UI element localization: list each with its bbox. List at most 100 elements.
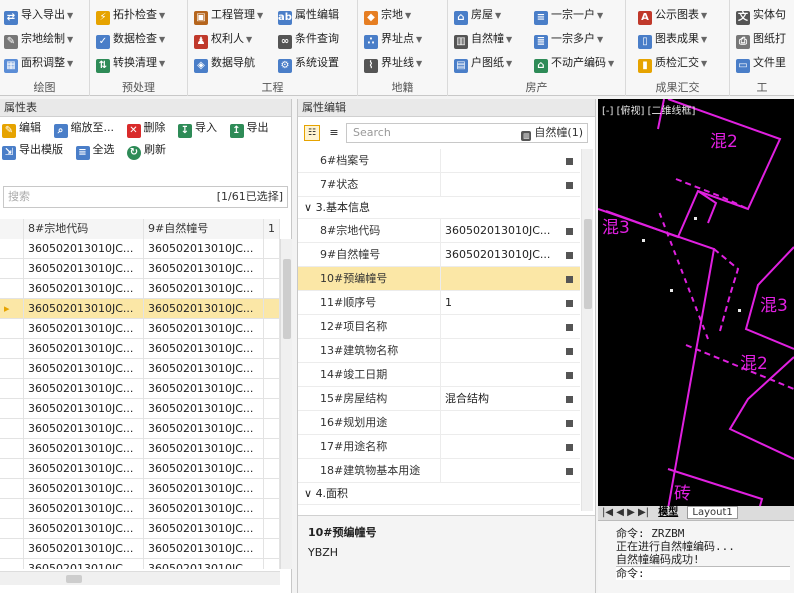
system-settings-button[interactable]: ⚙ 系统设置 [278,52,339,74]
public-chart-button[interactable]: A 公示图表 ▼ [638,4,707,26]
table-cell[interactable]: 360502013010JC... [24,359,144,379]
parcel-button[interactable]: ◆ 宗地 ▼ [364,4,411,26]
table-cell[interactable]: 360502013010JC... [24,439,144,459]
table-cell[interactable]: 360502013010JC... [24,399,144,419]
table-row[interactable]: 360502013010JC... 360502013010JC... [0,499,280,519]
table-row[interactable]: 360502013010JC... 360502013010JC... [0,519,280,539]
row-indicator[interactable] [0,339,24,359]
property-value[interactable]: 360502013010JC... [440,243,568,267]
table-cell[interactable]: 360502013010JC... [144,239,264,259]
tab-layout1[interactable]: Layout1 [687,506,738,519]
table-cell[interactable]: 360502013010JC... [24,279,144,299]
table-cell[interactable] [264,519,280,539]
area-adjust-button[interactable]: ▦ 面积调整 ▼ [4,52,73,74]
property-code-button[interactable]: ⌂ 不动产编码 ▼ [534,52,614,74]
property-value[interactable] [440,339,568,363]
grid-vertical-scrollbar[interactable] [280,239,292,569]
layer-selector[interactable]: ▥ 自然幢(1) [521,124,583,142]
quality-check-button[interactable]: ▮ 质检汇交 ▼ [638,52,707,74]
property-row[interactable]: 15#房屋结构 混合结构 [298,387,580,411]
table-cell[interactable]: 360502013010JC... [144,399,264,419]
select-all-button[interactable]: ≡ 全选 [75,143,115,160]
ellipsis-icon[interactable] [566,324,573,331]
table-cell[interactable]: 360502013010JC... [24,559,144,569]
property-value[interactable]: 1 [440,291,568,315]
column-header-building-no[interactable]: 9#自然幢号 [144,219,264,239]
attribute-search-input[interactable]: 搜索 [1/61已选择] [3,186,288,208]
unit-drawing-button[interactable]: ▤ 户图纸 ▼ [454,52,512,74]
table-row[interactable]: 360502013010JC... 360502013010JC... [0,319,280,339]
table-row[interactable]: 360502013010JC... 360502013010JC... [0,459,280,479]
table-cell[interactable]: 360502013010JC... [24,339,144,359]
property-row[interactable]: 17#用途名称 [298,435,580,459]
scrollbar-thumb[interactable] [584,219,592,309]
owner-button[interactable]: ♟ 权利人 ▼ [194,28,252,50]
ellipsis-icon[interactable] [566,182,573,189]
tab-nav-arrows[interactable]: |◀ ◀ ▶ ▶| [602,507,649,518]
row-indicator[interactable] [0,539,24,559]
property-value[interactable] [440,435,568,459]
parcel-draw-button[interactable]: ✎ 宗地绘制 ▼ [4,28,73,50]
entity-button[interactable]: 文实体句 [736,4,786,26]
row-indicator[interactable] [0,479,24,499]
table-cell[interactable]: 360502013010JC... [144,479,264,499]
table-cell[interactable] [264,499,280,519]
property-value[interactable] [440,315,568,339]
table-cell[interactable]: 360502013010JC... [24,419,144,439]
property-row[interactable]: 13#建筑物名称 [298,339,580,363]
import-export-button[interactable]: ⇄ 导入导出 ▼ [4,4,73,26]
row-indicator[interactable] [0,259,24,279]
data-navigation-button[interactable]: ◈ 数据导航 [194,52,255,74]
table-cell[interactable]: 360502013010JC... [24,459,144,479]
property-row[interactable]: 18#建筑物基本用途 [298,459,580,483]
table-cell[interactable] [264,259,280,279]
property-row[interactable]: 14#竣工日期 [298,363,580,387]
property-row[interactable]: 11#顺序号 1 [298,291,580,315]
table-cell[interactable] [264,459,280,479]
attribute-edit-button[interactable]: ab 属性编辑 [278,4,339,26]
topology-check-button[interactable]: ⚡ 拓扑检查 ▼ [96,4,165,26]
table-cell[interactable]: 360502013010JC... [24,499,144,519]
row-indicator[interactable] [0,399,24,419]
property-value[interactable] [440,173,568,197]
convert-clean-button[interactable]: ⇅ 转换清理 ▼ [96,52,165,74]
delete-button[interactable]: ✕ 删除 [126,121,166,138]
ellipsis-icon[interactable] [566,252,573,259]
list-view-icon[interactable]: ≡ [326,125,342,141]
refresh-button[interactable]: ↻ 刷新 [127,143,166,160]
property-row[interactable]: 6#档案号 [298,149,580,173]
table-cell[interactable]: 360502013010JC... [144,439,264,459]
table-row[interactable]: 360502013010JC... 360502013010JC... [0,439,280,459]
table-cell[interactable]: 360502013010JC... [144,259,264,279]
table-cell[interactable] [264,299,280,319]
table-cell[interactable]: 360502013010JC... [24,519,144,539]
project-manage-button[interactable]: ▣ 工程管理 ▼ [194,4,263,26]
table-row[interactable]: 360502013010JC... 360502013010JC... [0,479,280,499]
table-cell[interactable]: 360502013010JC... [24,259,144,279]
ellipsis-icon[interactable] [566,276,573,283]
property-row[interactable]: 10#预编幢号 [298,267,580,291]
row-indicator[interactable] [0,239,24,259]
ellipsis-icon[interactable] [566,468,573,475]
table-cell[interactable]: 360502013010JC... [144,559,264,569]
table-cell[interactable] [264,439,280,459]
table-cell[interactable] [264,419,280,439]
table-row[interactable]: 360502013010JC... 360502013010JC... [0,379,280,399]
table-cell[interactable] [264,239,280,259]
table-cell[interactable] [264,539,280,559]
table-cell[interactable] [264,399,280,419]
file-button[interactable]: ▭ 文件里 [736,52,786,74]
property-scrollbar[interactable] [581,149,593,511]
row-indicator[interactable] [0,459,24,479]
property-value[interactable] [440,267,568,291]
table-cell[interactable] [264,559,280,569]
table-cell[interactable]: 360502013010JC... [144,379,264,399]
table-row[interactable]: ▸ 360502013010JC... 360502013010JC... [0,299,280,319]
table-row[interactable]: 360502013010JC... 360502013010JC... [0,359,280,379]
column-header-extra[interactable]: 1 [264,219,280,239]
property-row[interactable]: 7#状态 [298,173,580,197]
table-cell[interactable] [264,379,280,399]
property-value[interactable]: 混合结构 [440,387,568,411]
import-button[interactable]: ↧ 导入 [178,121,217,138]
chart-results-button[interactable]: ▯ 图表成果 ▼ [638,28,707,50]
